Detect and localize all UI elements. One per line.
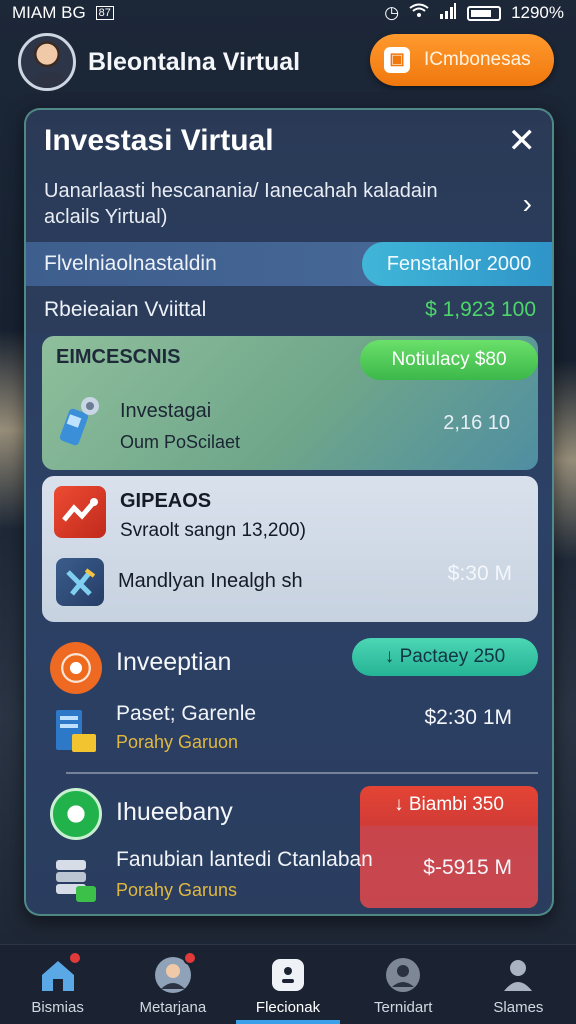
virtual-balance-value: $ 1,923 100: [425, 298, 536, 321]
virtual-balance-row: Rbeieaian Vviittal $ 1,923 100: [26, 286, 552, 332]
nav-item-wallet[interactable]: Flecionak: [230, 945, 345, 1024]
status-carrier: MIAM BG: [12, 3, 86, 22]
down-arrow-icon: ↓: [384, 646, 395, 667]
item-value: $-5915 M: [423, 856, 512, 879]
alert-box-label: ↓ Biambi 350: [360, 794, 538, 816]
investment-item[interactable]: Ihueebany ↓ Biambi 350 Fanubian lantedi …: [42, 782, 538, 912]
item-subtitle: Porahy Garuon: [116, 732, 239, 752]
sim-icon: 87: [95, 6, 114, 20]
notification-badge: [182, 951, 197, 965]
nav-item-home[interactable]: Bismias: [0, 945, 115, 1024]
alert-box-text: Biambi 350: [408, 794, 504, 815]
home-icon: [38, 951, 82, 995]
item-header: Ihueebany: [116, 798, 233, 826]
header-action-button[interactable]: ▣ ICmbonesas: [370, 34, 554, 86]
nav-label: Metarjana: [139, 999, 207, 1016]
card-header: GIPEAOS: [120, 490, 212, 512]
nav-item-contacts[interactable]: Ternidart: [346, 945, 461, 1024]
nav-label: Bismias: [31, 999, 84, 1016]
chart-app-icon: [54, 486, 106, 538]
item-title: Fanubian lantedi Ctanlaban: [116, 848, 373, 871]
person-icon: [383, 955, 423, 995]
user-icon: [498, 955, 538, 995]
divider: [66, 772, 538, 774]
app-title: Bleontalna Virtual: [88, 47, 301, 76]
panel-description[interactable]: Uanarlaasti hescanania/ Ianecahah kalada…: [44, 178, 484, 230]
nav-label: Flecionak: [255, 999, 321, 1016]
battery-icon: [467, 5, 502, 21]
wifi-icon: [409, 3, 429, 24]
virtual-balance-label: Rbeieaian Vviittal: [44, 298, 207, 321]
investment-panel: Investasi Virtual ✕ Uanarlaasti hescanan…: [24, 108, 554, 916]
bottom-nav: Bismias Metarjana Flecionak Ternidart Sl…: [0, 944, 576, 1024]
panel-title: Investasi Virtual: [44, 124, 274, 157]
item-status-label: Pactaey 250: [399, 646, 506, 667]
app-header: Bleontalna Virtual ▣ ICmbonesas: [0, 30, 576, 94]
card-subtitle: Svraolt sangn 13,200): [120, 520, 306, 541]
nav-item-profile[interactable]: Metarjana: [115, 945, 230, 1024]
card-value: 2,16 10: [443, 412, 510, 434]
item-value: $2:30 1M: [424, 706, 512, 729]
usb-stick-icon: [59, 397, 99, 446]
x-logo-icon: [56, 558, 104, 606]
wallet-icon: [268, 955, 308, 995]
item-header: Inveeptian: [116, 648, 232, 676]
signal-icon: [439, 2, 457, 24]
card-header: EIMCESCNIS: [56, 346, 181, 368]
card-value: $:30 M: [447, 562, 512, 585]
profile-avatar-icon: [153, 951, 197, 995]
card-line: Mandlyan Inealgh sh: [118, 570, 303, 592]
balance-row-pill[interactable]: Fenstahlor 2000: [362, 242, 552, 286]
notification-badge: [67, 951, 82, 965]
status-bar: MIAM BG 87 ◷ 1290%: [0, 0, 576, 26]
balance-row-label: Flvelniaolnastaldin: [44, 252, 217, 275]
card-status-pill[interactable]: Notiulacy $80: [360, 340, 538, 380]
down-arrow-icon: ↓: [394, 794, 404, 815]
header-action-label: ICmbonesas: [424, 49, 531, 70]
nav-label: Slames: [493, 999, 544, 1016]
item-status-pill[interactable]: ↓ Pactaey 250: [352, 638, 538, 676]
investment-card[interactable]: GIPEAOS Svraolt sangn 13,200) Mandlyan I…: [42, 476, 538, 622]
close-button[interactable]: ✕: [508, 124, 537, 158]
database-icon: [56, 860, 96, 902]
document-icon: [56, 710, 96, 752]
item-subtitle: Porahy Garuns: [116, 880, 238, 900]
investment-item[interactable]: Inveeptian ↓ Pactaey 250 Paset; Garenle …: [42, 634, 538, 764]
target-app-icon: [50, 642, 102, 694]
item-title: Paset; Garenle: [116, 702, 257, 725]
chat-bubble-icon: [50, 788, 102, 840]
lock-icon: ▣: [384, 47, 410, 73]
investment-card[interactable]: EIMCESCNIS Notiulacy $80 Investagai Oum …: [42, 336, 538, 470]
card-title: Investagai: [120, 400, 212, 422]
nav-item-user[interactable]: Slames: [461, 945, 576, 1024]
chevron-right-icon[interactable]: ›: [523, 188, 532, 220]
battery-percent: 1290%: [511, 3, 564, 22]
avatar[interactable]: [18, 33, 76, 91]
item-alert-box[interactable]: ↓ Biambi 350: [360, 786, 538, 908]
nav-label: Ternidart: [374, 999, 433, 1016]
balance-row[interactable]: Flvelniaolnastaldin Fenstahlor 2000: [26, 242, 552, 286]
card-subtitle: Oum PoScilaet: [120, 432, 241, 452]
alarm-icon: ◷: [384, 3, 400, 22]
